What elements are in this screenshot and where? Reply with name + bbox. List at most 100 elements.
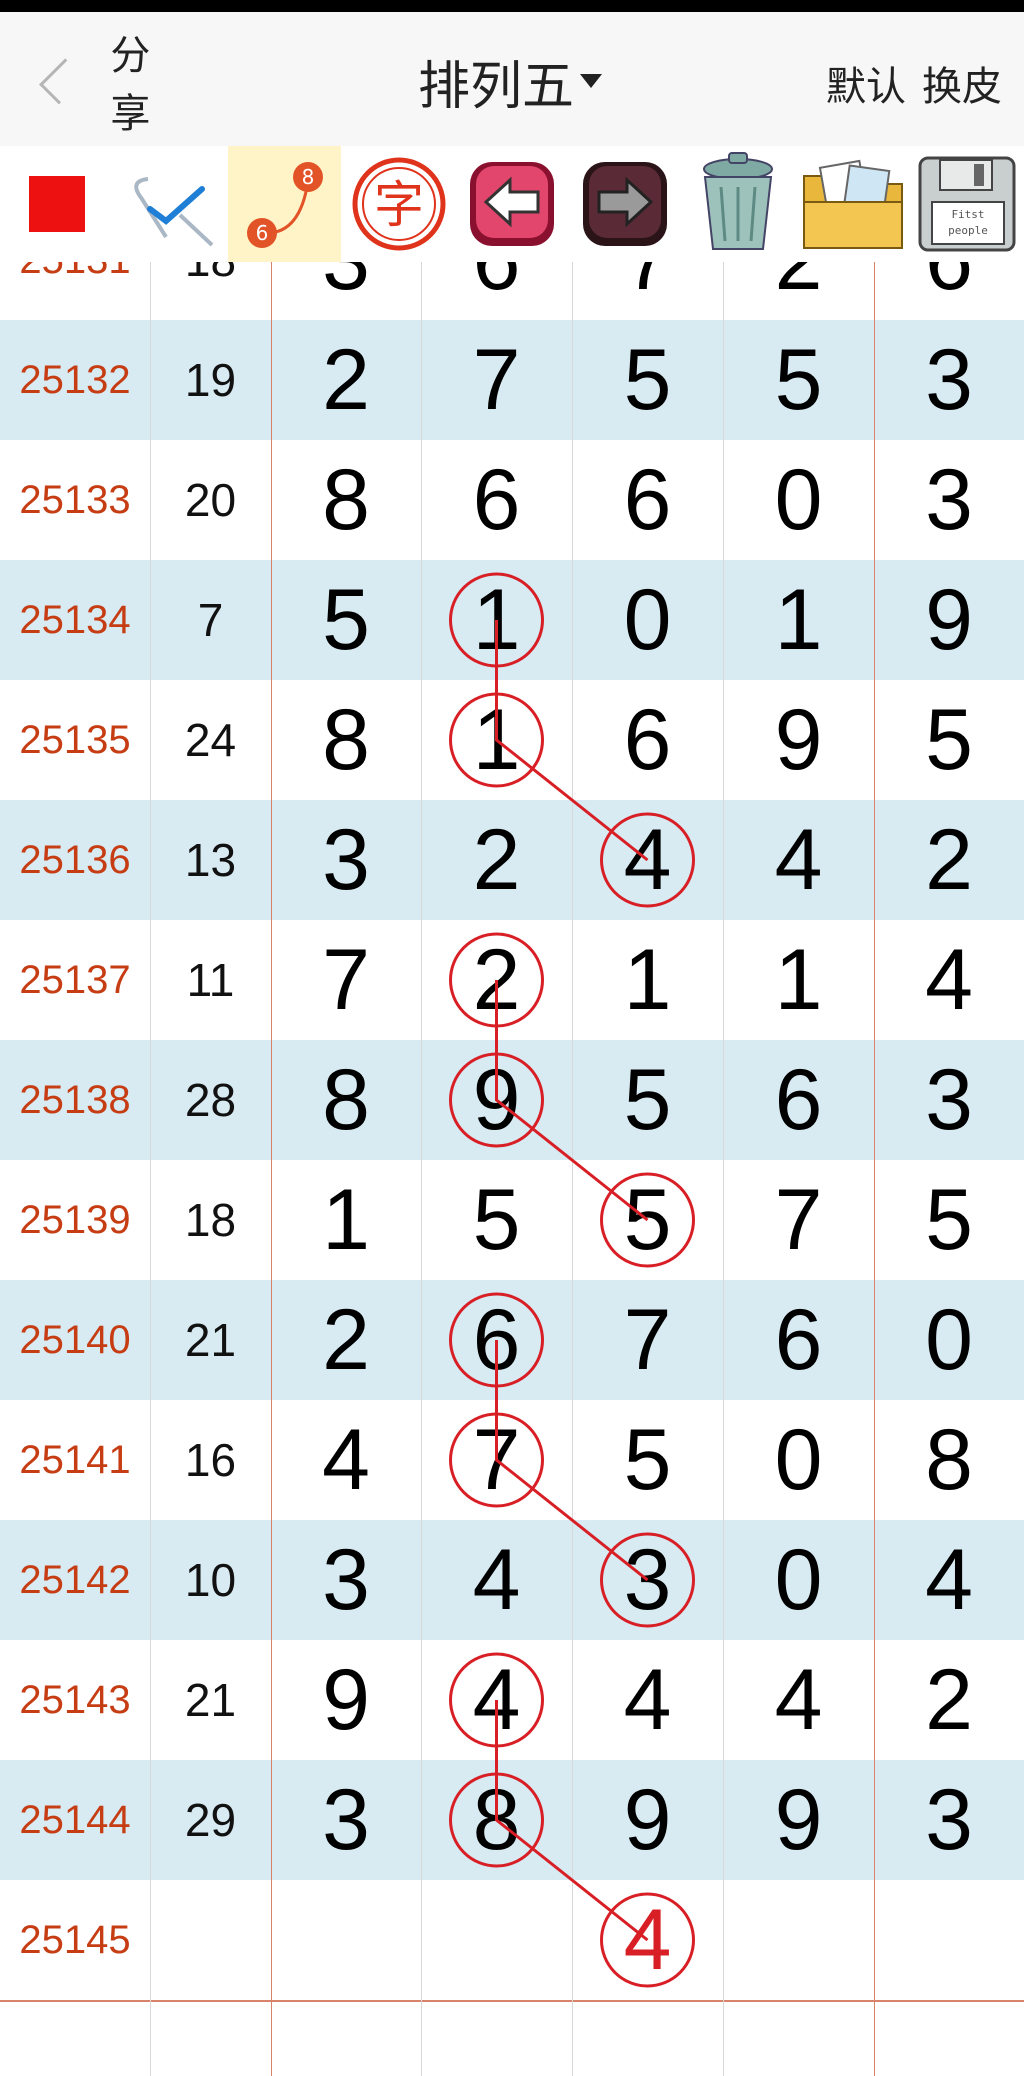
digit-cell-2[interactable]	[421, 1880, 572, 2000]
digit-cell-3[interactable]: 6	[572, 680, 723, 800]
digit-cell-2[interactable]: 2	[421, 800, 572, 920]
undo-button[interactable]	[455, 146, 568, 262]
digit-cell-5[interactable]	[874, 1880, 1024, 2000]
digit-cell-5[interactable]: 3	[874, 1040, 1024, 1160]
digit-cell-2[interactable]: 8	[421, 1760, 572, 1880]
table-row: 25145 4	[0, 1880, 1024, 2000]
digit-cell-3[interactable]: 5	[572, 1040, 723, 1160]
digit-cell-4[interactable]: 5	[723, 320, 874, 440]
digit-cell-2[interactable]: 4	[421, 1640, 572, 1760]
digit-cell-5[interactable]: 2	[874, 800, 1024, 920]
title-dropdown[interactable]: 排列五	[380, 46, 640, 117]
column-divider	[150, 262, 151, 2076]
digit-cell-4[interactable]: 0	[723, 1520, 874, 1640]
digit-cell-5[interactable]: 3	[874, 440, 1024, 560]
digit-cell-5[interactable]: 2	[874, 1640, 1024, 1760]
digit-cell-1[interactable]: 8	[271, 680, 421, 800]
share-back-button[interactable]: 分享	[30, 33, 170, 137]
digit-cell-1[interactable]: 2	[271, 1280, 421, 1400]
digit-cell-3[interactable]: 6	[572, 440, 723, 560]
digit-cell-4[interactable]: 9	[723, 1760, 874, 1880]
digit-cell-5[interactable]: 3	[874, 320, 1024, 440]
digit-cell-5[interactable]: 4	[874, 1520, 1024, 1640]
period-cell: 25142	[19, 1557, 131, 1602]
digit-cell-3[interactable]: 5	[572, 320, 723, 440]
digit-cell-5[interactable]: 8	[874, 1400, 1024, 1520]
digit-cell-4[interactable]: 6	[723, 1280, 874, 1400]
digit-cell-1[interactable]: 4	[271, 1400, 421, 1520]
digit-cell-2[interactable]: 1	[421, 680, 572, 800]
digit-cell-5[interactable]: 5	[874, 680, 1024, 800]
change-skin-button[interactable]: 换皮	[922, 54, 1002, 112]
connect-line-button[interactable]: 8 6	[228, 146, 341, 262]
digit-cell-4[interactable]: 1	[723, 920, 874, 1040]
digit-cell-1[interactable]: 3	[271, 262, 421, 320]
digit-cell-5[interactable]: 4	[874, 920, 1024, 1040]
digit-cell-2[interactable]: 6	[421, 262, 572, 320]
default-button[interactable]: 默认	[826, 54, 906, 112]
digit-cell-5[interactable]: 6	[874, 262, 1024, 320]
digit-cell-1[interactable]: 3	[271, 800, 421, 920]
digit-cell-1[interactable]: 1	[271, 1160, 421, 1280]
color-square-button[interactable]	[0, 146, 113, 262]
digit-cell-2[interactable]: 7	[421, 320, 572, 440]
digit-cell-2[interactable]: 7	[421, 1400, 572, 1520]
digit-cell-5[interactable]: 0	[874, 1280, 1024, 1400]
draw-table[interactable]: 2513118367262513219275532513320866032513…	[0, 262, 1024, 2076]
column-divider	[874, 262, 875, 2076]
digit-cell-2[interactable]: 1	[421, 560, 572, 680]
digit-cell-4[interactable]: 6	[723, 1040, 874, 1160]
digit-cell-4[interactable]: 4	[723, 800, 874, 920]
digit-cell-4[interactable]: 9	[723, 680, 874, 800]
digit-cell-2[interactable]: 6	[421, 1280, 572, 1400]
trash-button[interactable]	[681, 146, 794, 262]
digit-cell-4[interactable]: 2	[723, 262, 874, 320]
digit-cell-4[interactable]: 7	[723, 1160, 874, 1280]
page-title: 排列五	[417, 56, 574, 117]
photo-folder-button[interactable]	[796, 146, 909, 262]
digit-cell-3[interactable]: 1	[572, 920, 723, 1040]
sum-cell: 11	[186, 954, 235, 1006]
digit-cell-3[interactable]: 0	[572, 560, 723, 680]
digit-cell-3[interactable]: 9	[572, 1760, 723, 1880]
digit-cell-5[interactable]: 3	[874, 1760, 1024, 1880]
digit-cell-1[interactable]: 7	[271, 920, 421, 1040]
digit-cell-4[interactable]: 0	[723, 1400, 874, 1520]
digit-cell-2[interactable]: 6	[421, 440, 572, 560]
digit-cell-2[interactable]: 5	[421, 1160, 572, 1280]
digit-cell-5[interactable]: 5	[874, 1160, 1024, 1280]
digit-cell-1[interactable]: 3	[271, 1520, 421, 1640]
digit-cell-1[interactable]: 5	[271, 560, 421, 680]
digit-cell-4[interactable]: 1	[723, 560, 874, 680]
digit-cell-3[interactable]: 4	[572, 1880, 723, 2000]
sum-cell: 21	[184, 1674, 237, 1726]
digit-cell-2[interactable]: 9	[421, 1040, 572, 1160]
digit-cell-1[interactable]	[271, 1880, 421, 2000]
column-divider	[572, 262, 573, 2076]
trash-icon	[702, 152, 773, 250]
digit-cell-3[interactable]: 4	[572, 1640, 723, 1760]
digit-cell-4[interactable]: 4	[723, 1640, 874, 1760]
digit-cell-3[interactable]: 7	[572, 1280, 723, 1400]
character-button[interactable]: 字	[342, 146, 455, 262]
digit-cell-3[interactable]: 3	[572, 1520, 723, 1640]
column-divider	[723, 262, 724, 2076]
photo-folder-icon	[802, 159, 903, 249]
digit-cell-3[interactable]: 4	[572, 800, 723, 920]
digit-cell-2[interactable]: 4	[421, 1520, 572, 1640]
digit-cell-3[interactable]: 5	[572, 1160, 723, 1280]
digit-cell-4[interactable]: 0	[723, 440, 874, 560]
digit-cell-1[interactable]: 8	[271, 1040, 421, 1160]
digit-cell-3[interactable]: 7	[572, 262, 723, 320]
redo-button[interactable]	[568, 146, 681, 262]
digit-cell-1[interactable]: 2	[271, 320, 421, 440]
digit-cell-4[interactable]	[723, 1880, 874, 2000]
save-button[interactable]: Fitst people	[910, 146, 1023, 262]
check-pen-button[interactable]	[113, 146, 226, 262]
digit-cell-1[interactable]: 8	[271, 440, 421, 560]
digit-cell-1[interactable]: 9	[271, 1640, 421, 1760]
digit-cell-3[interactable]: 5	[572, 1400, 723, 1520]
digit-cell-5[interactable]: 9	[874, 560, 1024, 680]
digit-cell-2[interactable]: 2	[421, 920, 572, 1040]
digit-cell-1[interactable]: 3	[271, 1760, 421, 1880]
